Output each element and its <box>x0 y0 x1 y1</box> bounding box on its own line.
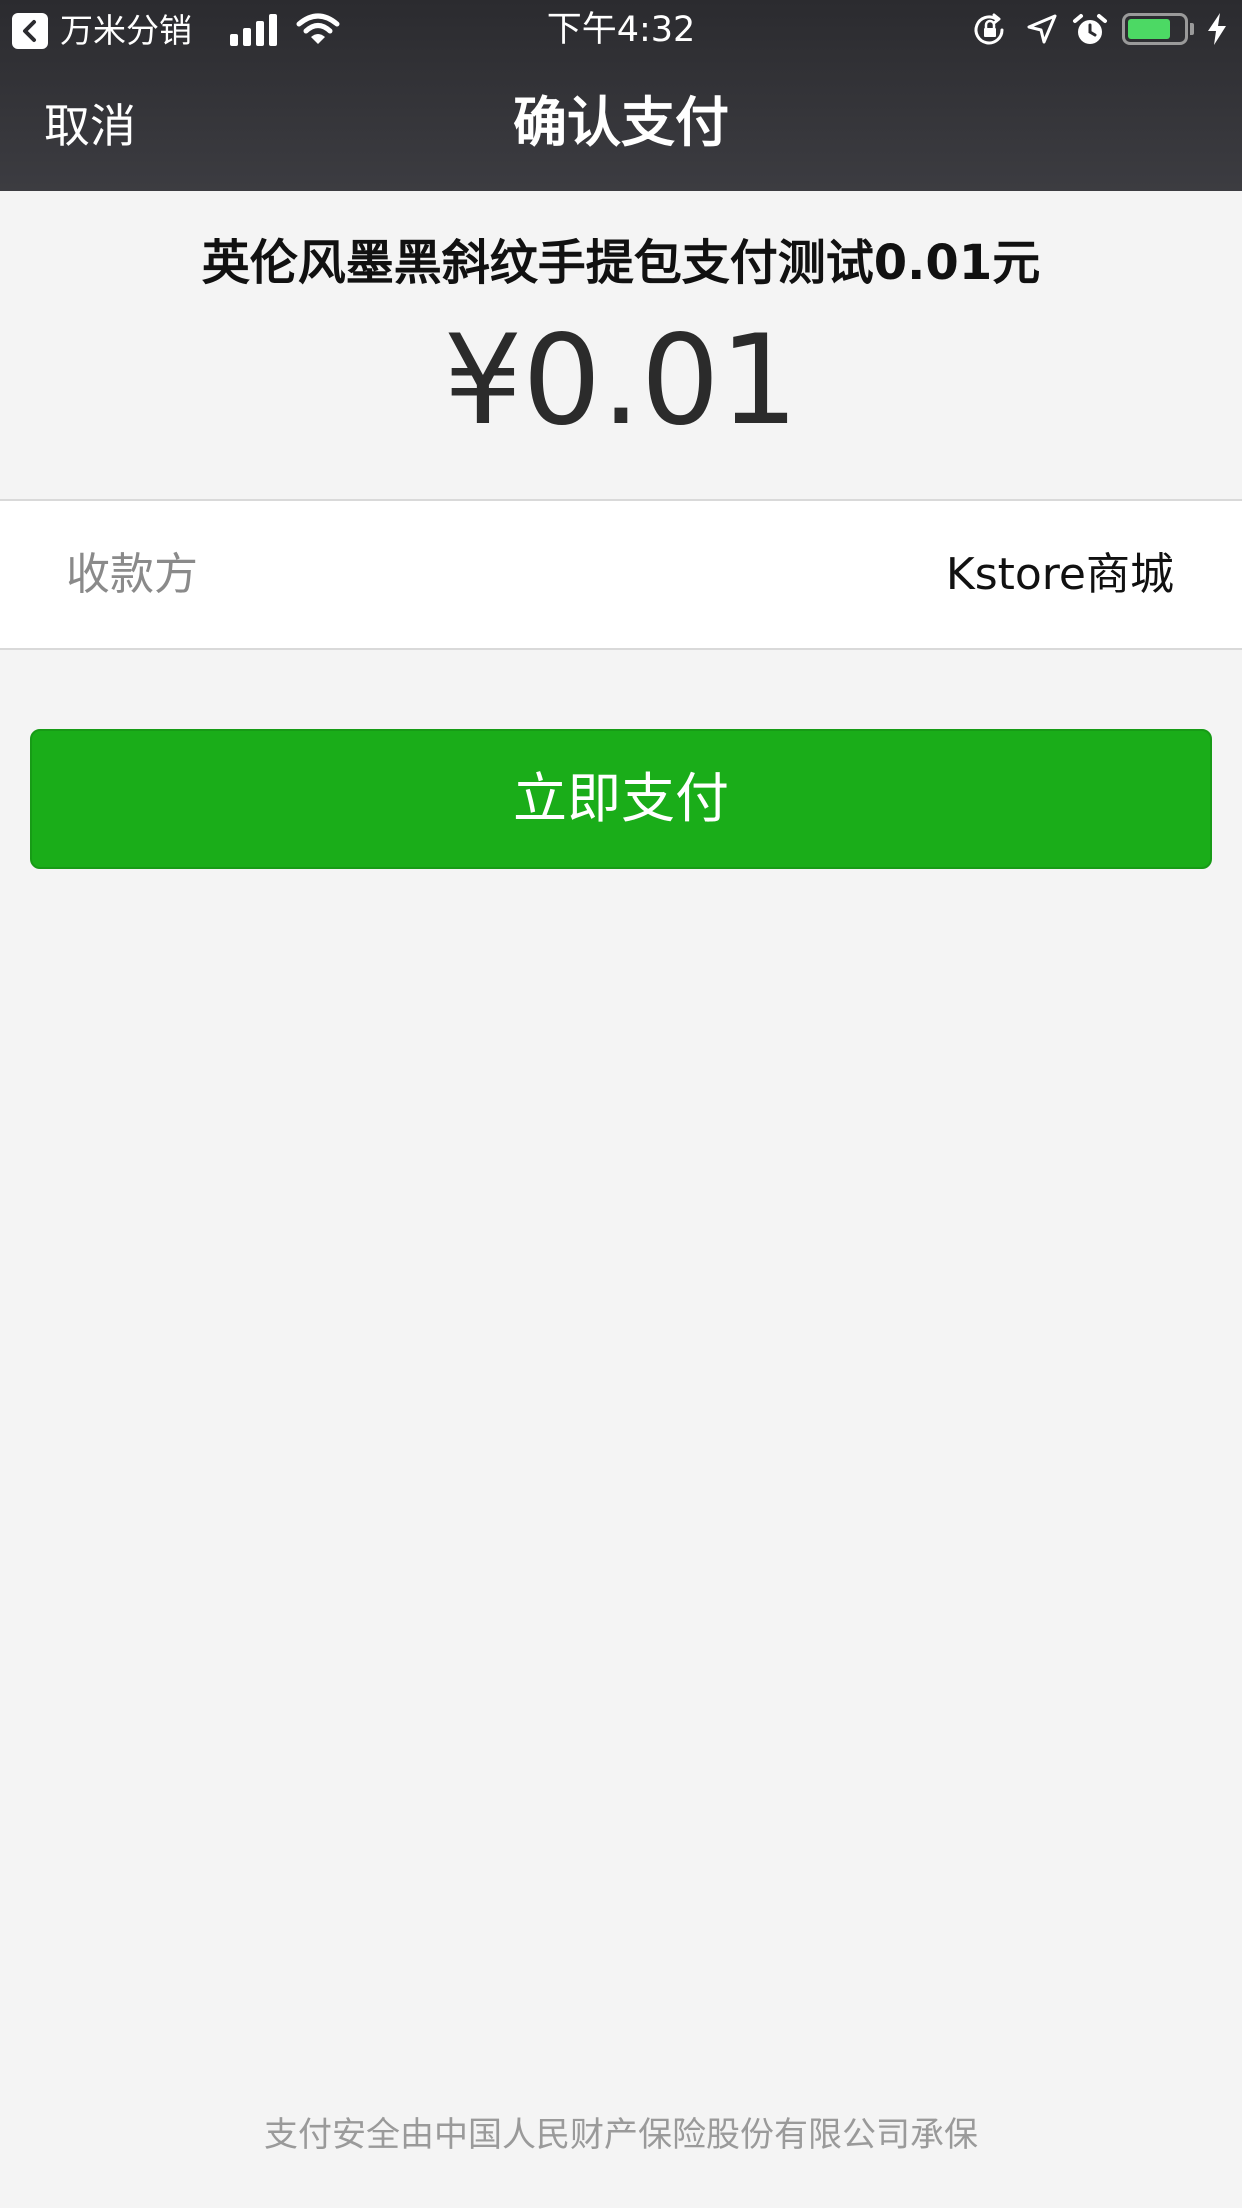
payee-label: 收款方 <box>66 549 198 600</box>
payment-amount: ¥0.01 <box>443 309 799 453</box>
orientation-lock-icon <box>972 13 1008 51</box>
pay-now-button[interactable]: 立即支付 <box>30 729 1212 869</box>
status-bar: 万米分销 下午4:32 <box>0 0 1242 60</box>
payee-value: Kstore商城 <box>945 549 1174 600</box>
battery-level <box>1128 19 1170 39</box>
battery-tip <box>1190 23 1194 35</box>
alarm-icon <box>1072 13 1108 51</box>
insurance-note: 支付安全由中国人民财产保险股份有限公司承保 <box>264 2115 978 2155</box>
payee-row: 收款方 Kstore商城 <box>0 501 1242 650</box>
nav-bar: 取消 确认支付 <box>0 60 1242 191</box>
page-title: 确认支付 <box>513 91 729 154</box>
header: 万米分销 下午4:32 取消 确认支付 <box>0 0 1242 191</box>
location-icon <box>1026 13 1058 49</box>
product-name: 英伦风墨黑斜纹手提包支付测试0.01元 <box>201 235 1041 291</box>
order-summary: 英伦风墨黑斜纹手提包支付测试0.01元 ¥0.01 <box>0 191 1242 501</box>
charging-icon <box>1206 12 1228 50</box>
battery-icon <box>1122 13 1188 45</box>
